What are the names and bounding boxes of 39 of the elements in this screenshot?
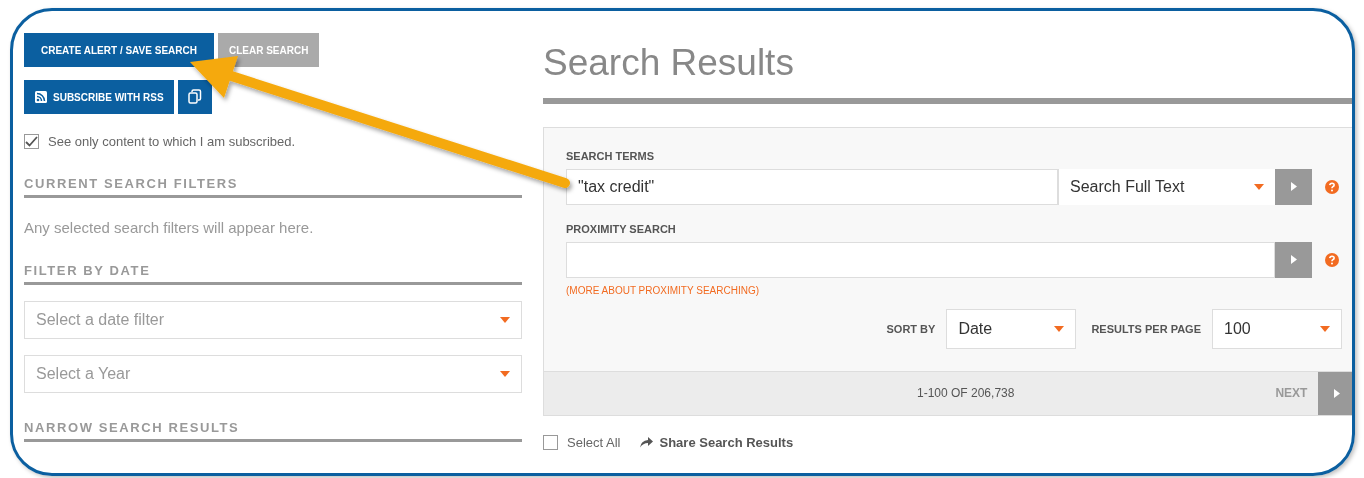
save-search-button[interactable]: CREATE ALERT / SAVE SEARCH	[24, 33, 214, 67]
search-terms-field[interactable]: "tax credit"	[566, 168, 1058, 205]
rss-icon	[35, 91, 47, 103]
filters-hint: Any selected search filters will appear here.	[24, 219, 315, 236]
field-label: PROXIMITY SEARCH	[566, 222, 677, 235]
caret-icon	[500, 371, 510, 377]
checkbox[interactable]	[24, 134, 39, 149]
search-scope-dropdown[interactable]: Search Full Text	[1058, 168, 1275, 205]
help-icon[interactable]	[1325, 179, 1339, 194]
triangle-right-icon	[1290, 255, 1297, 265]
copy-icon	[188, 89, 202, 105]
triangle-right-icon	[1290, 182, 1297, 192]
rss-button[interactable]: SUBSCRIBE WITH RSS	[24, 80, 174, 114]
copy-button[interactable]	[178, 80, 212, 114]
caret-icon	[1254, 183, 1264, 190]
section-heading: CURRENT SEARCH FILTERS	[24, 176, 522, 198]
go-button[interactable]	[1318, 371, 1352, 415]
section-heading: FILTER BY DATE	[24, 263, 522, 285]
go-button[interactable]	[1275, 168, 1312, 205]
per-page-dropdown[interactable]: 100	[1212, 308, 1342, 349]
caret-icon	[500, 317, 510, 323]
sort-label: SORT BY	[886, 322, 936, 335]
proximity-search-field[interactable]	[566, 241, 1275, 278]
share-icon	[640, 436, 654, 448]
share-link[interactable]: Share Search Results	[640, 434, 794, 450]
per-page-label: RESULTS PER PAGE	[1091, 322, 1201, 335]
triangle-right-icon	[1334, 388, 1341, 398]
caret-icon	[1054, 325, 1065, 332]
go-button[interactable]	[1275, 241, 1312, 278]
sort-dropdown[interactable]: Date	[946, 308, 1077, 349]
caret-icon	[1320, 325, 1330, 332]
field-label: SEARCH TERMS	[566, 149, 655, 162]
result-range: 1-100 OF 206,738	[917, 386, 1015, 401]
section-heading: NARROW SEARCH RESULTS	[24, 420, 522, 442]
page-title: Search Results	[543, 43, 795, 84]
checkbox[interactable]	[543, 434, 558, 450]
subscribed-filter-label: See only content to which I am subscribed.	[48, 134, 296, 149]
select-all-label: Select All	[567, 434, 621, 450]
help-icon[interactable]	[1325, 252, 1339, 267]
